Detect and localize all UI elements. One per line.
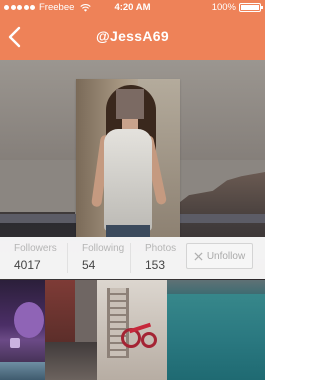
battery-icon (239, 3, 263, 12)
photo-jeans (106, 225, 150, 237)
nav-bar: @JessA69 (0, 16, 265, 60)
stat-photos[interactable]: Photos 153 (131, 237, 181, 279)
stat-value: 54 (82, 258, 96, 272)
unfollow-label: Unfollow (206, 250, 246, 262)
status-bar: Freebee 4:20 AM 100% (0, 0, 265, 16)
stat-value: 153 (145, 258, 166, 272)
photo-body (104, 129, 152, 231)
cover-hills (170, 172, 265, 214)
stat-following[interactable]: Following 54 (68, 237, 130, 279)
page-title: @JessA69 (96, 28, 169, 44)
photo-grid (0, 280, 265, 380)
stat-value: 4017 (14, 258, 41, 272)
stat-followers[interactable]: Followers 4017 (0, 237, 67, 279)
grid-photo[interactable] (45, 280, 97, 380)
close-icon (194, 251, 203, 261)
stat-label: Photos (145, 243, 177, 254)
grid-photo[interactable] (0, 362, 45, 380)
unfollow-button[interactable]: Unfollow (186, 243, 253, 269)
profile-photo[interactable] (76, 79, 180, 237)
grid-photo[interactable] (167, 280, 265, 380)
status-right: 100% (211, 2, 263, 13)
grid-photo[interactable] (97, 280, 167, 380)
photo-face (116, 89, 144, 119)
battery-percent: 100% (211, 2, 236, 13)
stat-label: Following (82, 243, 125, 254)
stat-label: Followers (14, 243, 57, 254)
